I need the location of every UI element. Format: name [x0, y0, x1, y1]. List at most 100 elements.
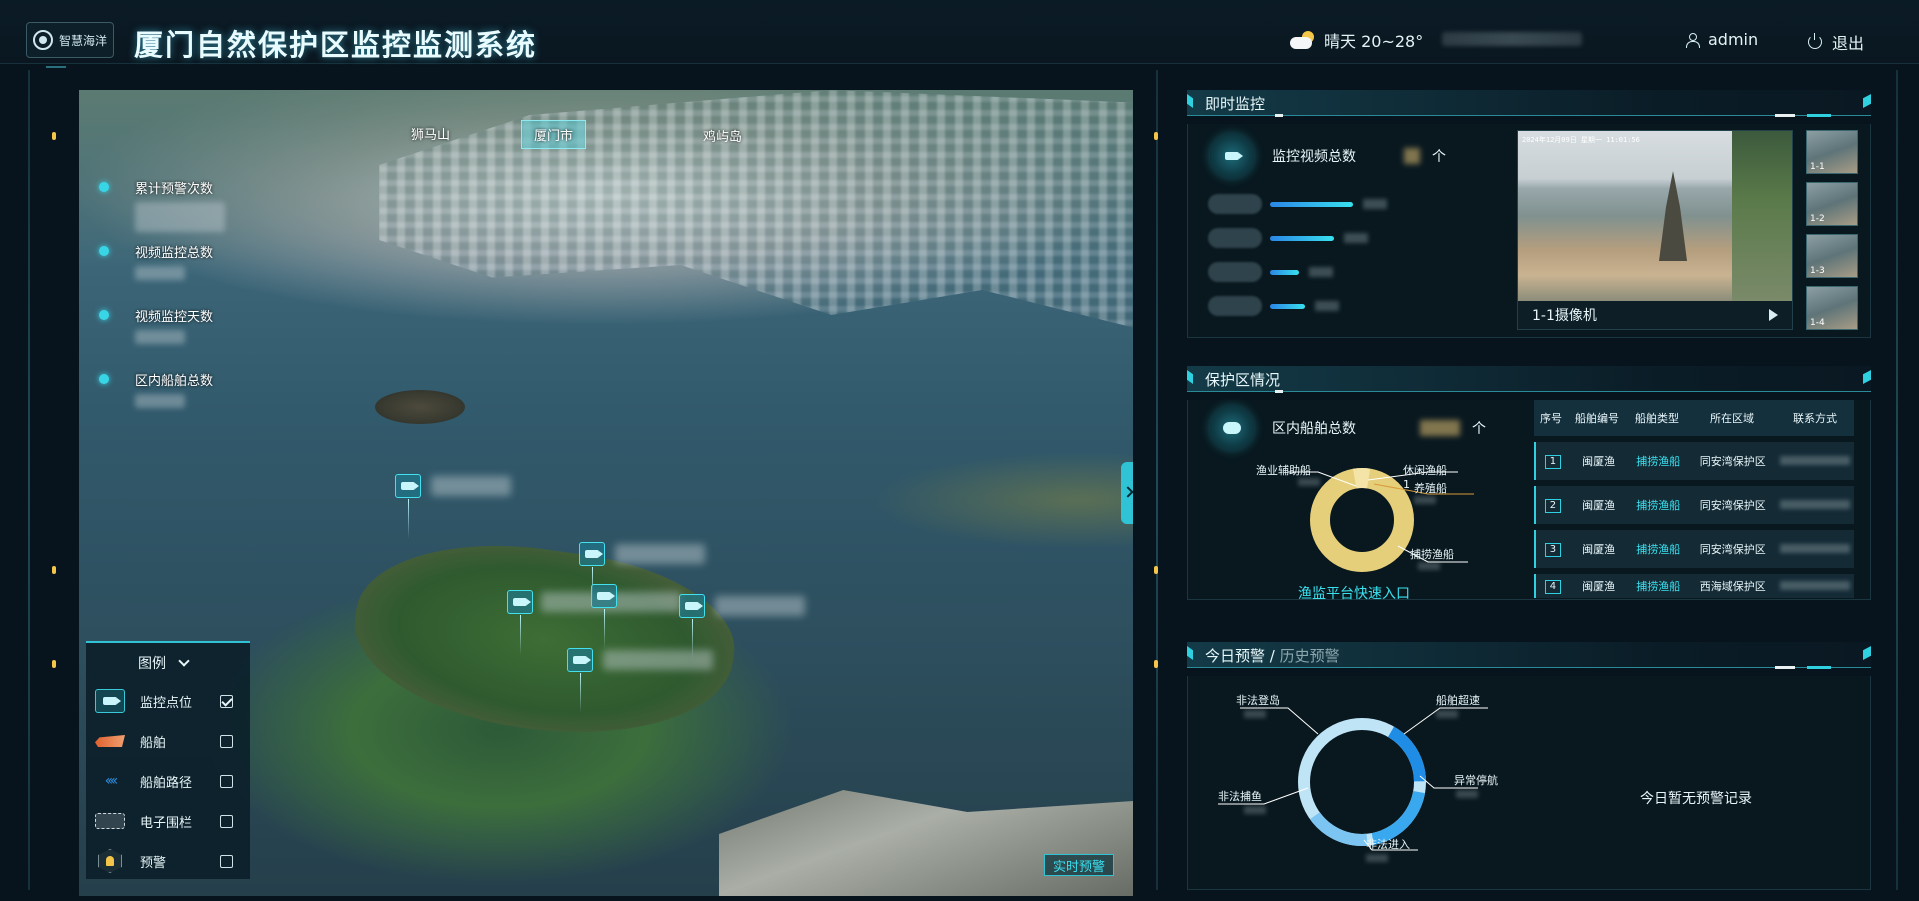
donut-segment[interactable]	[1295, 715, 1429, 849]
legend-header[interactable]: 图例	[138, 653, 190, 673]
bar-label-redacted	[1208, 194, 1262, 214]
weather-widget: 晴天 20~28°	[1290, 28, 1423, 52]
camera-thumb[interactable]: 1-4	[1806, 286, 1858, 330]
table-row[interactable]: 4 闽厦渔 捕捞渔船 西海域保护区	[1534, 574, 1854, 598]
row-index: 4	[1544, 579, 1561, 594]
bar-value-redacted	[1344, 233, 1368, 243]
header-deco	[46, 66, 66, 68]
rail-marker	[1154, 132, 1158, 140]
bar-label-redacted	[1208, 262, 1262, 282]
donut-value-redacted	[1298, 478, 1320, 486]
reserve-panel: 保护区情况 区内船舶总数 个 渔业辅助船 休闲渔船 1 养殖船 捕捞渔船 渔监平…	[1187, 366, 1871, 616]
map-place-label[interactable]: 狮马山	[411, 124, 450, 143]
ship-code: 闽厦渔	[1582, 580, 1616, 593]
camera-thumb[interactable]: 1-1	[1806, 130, 1858, 174]
table-row[interactable]: 1 闽厦渔 捕捞渔船 同安湾保护区	[1534, 442, 1854, 480]
logout-label: 退出	[1832, 34, 1865, 53]
stat-label: 视频监控天数	[135, 310, 214, 325]
camera-marker[interactable]	[679, 594, 705, 659]
legend-item-ship[interactable]: 船舶	[94, 727, 244, 755]
row-index: 1	[1544, 454, 1561, 469]
camera-icon	[597, 592, 615, 600]
tab-today-warning[interactable]: 今日预警	[1205, 647, 1265, 665]
legend-checkbox[interactable]	[220, 814, 233, 828]
stat-bar-row	[1208, 262, 1333, 282]
camera-marker[interactable]	[567, 648, 593, 713]
camera-marker[interactable]	[507, 590, 533, 655]
logo-text: 智慧海洋	[58, 33, 107, 48]
camera-icon	[513, 598, 531, 606]
table-row[interactable]: 3 闽厦渔 捕捞渔船 同安湾保护区	[1534, 530, 1854, 568]
camera-marker[interactable]	[591, 584, 617, 649]
bar-label-redacted	[1208, 228, 1262, 248]
bar-value-redacted	[1309, 267, 1333, 277]
camera-label-redacted	[603, 650, 713, 670]
panel-title: 保护区情况	[1205, 371, 1281, 389]
fence-icon	[95, 813, 125, 829]
play-icon[interactable]	[1769, 309, 1778, 321]
camera-marker[interactable]	[579, 542, 605, 607]
bar-value-redacted	[1315, 301, 1339, 311]
donut-label: 非法捕鱼	[1218, 790, 1262, 803]
realtime-warning-button[interactable]: 实时预警	[1044, 854, 1114, 876]
sunny-cloud-icon	[1290, 31, 1316, 49]
rail-marker	[1154, 566, 1158, 574]
kpi-ship-total: 区内船舶总数 个	[1210, 406, 1486, 450]
donut-value-redacted	[1366, 854, 1388, 862]
panel-body: 非法登岛 船舶超速 异常停航 非法进入 非法捕鱼 今日暂无预警记录	[1187, 676, 1871, 890]
route-icon: ‹‹‹‹	[104, 773, 119, 789]
map-place-label[interactable]: 鸡屿岛	[703, 126, 742, 145]
legend-item-camera[interactable]: 监控点位	[94, 687, 244, 715]
panel-body: 区内船舶总数 个 渔业辅助船 休闲渔船 1 养殖船 捕捞渔船 渔监平台快速入口	[1187, 400, 1871, 603]
middle-rail	[1156, 70, 1158, 890]
ship-code: 闽厦渔	[1582, 455, 1616, 468]
legend-item-alarm[interactable]: 预警	[94, 847, 244, 875]
legend-checkbox[interactable]	[220, 774, 233, 788]
video-player[interactable]: 2024年12月09日 星期一 11:01:56 1-1摄像机	[1517, 130, 1793, 330]
donut-label: 非法进入	[1366, 838, 1410, 851]
map-collapse-tab[interactable]	[1121, 462, 1133, 524]
stat-value-redacted	[135, 394, 185, 408]
ship-area: 同安湾保护区	[1699, 499, 1766, 512]
fishery-platform-link[interactable]: 渔监平台快速入口	[1298, 583, 1410, 603]
donut-label: 养殖船	[1414, 482, 1447, 495]
donut-number: 1	[1403, 478, 1410, 491]
camera-marker[interactable]	[395, 474, 421, 539]
ship-code: 闽厦渔	[1582, 499, 1616, 512]
legend-label: 预警	[140, 855, 167, 871]
camera-thumb[interactable]: 1-2	[1806, 182, 1858, 226]
kpi-value-redacted	[1404, 148, 1420, 164]
camera-icon	[401, 482, 419, 490]
map-city-buildings	[379, 90, 1133, 328]
legend-checkbox[interactable]	[220, 734, 233, 748]
ship-area: 同安湾保护区	[1699, 543, 1766, 556]
kpi-value-redacted	[1420, 420, 1460, 436]
column-header: 序号	[1540, 412, 1562, 425]
panel-title: 即时监控	[1205, 95, 1266, 113]
ship-cloud-icon	[1210, 406, 1254, 450]
panel-header: 保护区情况	[1187, 366, 1871, 392]
logout-button[interactable]: 退出	[1808, 30, 1864, 54]
camera-feed[interactable]: 2024年12月09日 星期一 11:01:56	[1518, 131, 1792, 301]
legend-checkbox[interactable]	[220, 694, 233, 708]
datetime-redacted	[1442, 32, 1582, 46]
legend-label: 船舶	[140, 735, 167, 751]
donut-segment[interactable]	[1310, 468, 1414, 572]
thumb-label: 1-2	[1810, 214, 1825, 224]
ship-type: 捕捞渔船	[1636, 543, 1681, 556]
row-index: 3	[1544, 542, 1561, 557]
power-icon	[1808, 33, 1822, 49]
donut-label: 非法登岛	[1236, 694, 1280, 707]
donut-value-redacted	[1456, 790, 1478, 798]
panel-header: 今日预警 / 历史预警	[1187, 642, 1871, 668]
legend-checkbox[interactable]	[220, 854, 233, 868]
map-place-label-active[interactable]: 厦门市	[521, 120, 587, 149]
user-info[interactable]: admin	[1686, 30, 1758, 49]
stat-dot-icon	[99, 182, 109, 192]
tab-history-warning[interactable]: 历史预警	[1280, 647, 1340, 665]
table-header: 序号 船舶编号 船舶类型 所在区域 联系方式	[1534, 400, 1854, 436]
table-row[interactable]: 2 闽厦渔 捕捞渔船 同安湾保护区	[1534, 486, 1854, 524]
legend-item-fence[interactable]: 电子围栏	[94, 807, 244, 835]
camera-thumb[interactable]: 1-3	[1806, 234, 1858, 278]
legend-item-route[interactable]: ‹‹‹‹ 船舶路径	[94, 767, 244, 795]
